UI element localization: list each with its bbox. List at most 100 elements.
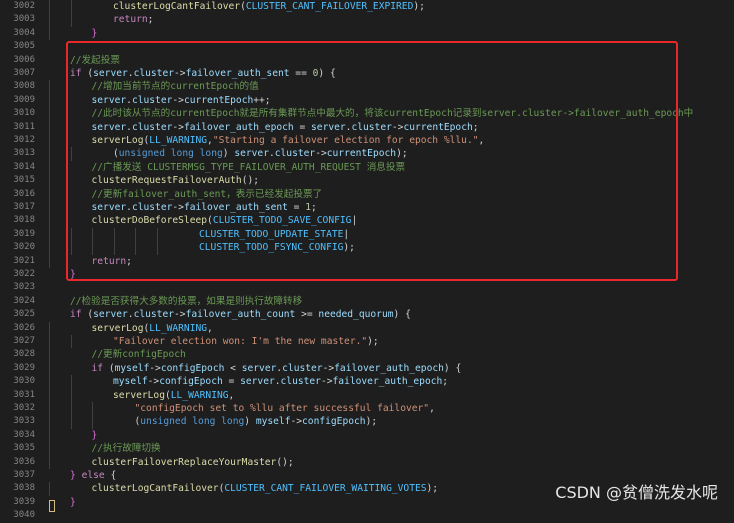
line-number: 3039 xyxy=(13,496,35,507)
code-line[interactable]: 3036 clusterFailoverReplaceYourMaster(); xyxy=(0,455,734,469)
indent-guide xyxy=(92,415,93,429)
line-number: 3020 xyxy=(13,242,35,253)
line-number: 3004 xyxy=(13,27,35,38)
line-number: 3023 xyxy=(13,282,35,293)
code-text: "Failover election won: I'm the new mast… xyxy=(113,335,379,348)
code-text: "configEpoch set to %llu after successfu… xyxy=(135,402,435,415)
code-line[interactable]: 3029 if (myself->configEpoch < server.clu… xyxy=(0,361,734,376)
code-line[interactable]: 3003 return; xyxy=(0,13,734,27)
code-text: if (myself->configEpoch < server.cluster… xyxy=(92,362,462,375)
code-token: (); xyxy=(276,456,294,468)
line-number: 3026 xyxy=(13,322,35,333)
code-token: , xyxy=(207,322,213,334)
code-token: -> xyxy=(322,362,335,374)
code-line[interactable]: 3032 "configEpoch set to %llu after succe… xyxy=(0,402,734,416)
code-token: LL_WARNING xyxy=(170,389,229,401)
code-token: -> xyxy=(320,376,333,388)
indent-guide xyxy=(92,402,93,416)
code-text: //检验是否获得大多数的投票，如果是则执行故障转移 xyxy=(70,295,302,308)
line-number: 3019 xyxy=(13,228,35,239)
indent-guide xyxy=(49,388,50,402)
code-line[interactable]: 3034} xyxy=(0,428,734,443)
code-text: } else { xyxy=(70,469,116,482)
line-number: 3009 xyxy=(13,94,35,105)
code-line[interactable]: 3025 if (server.cluster->failover_auth_co… xyxy=(0,308,734,321)
code-token: failover_auth_epoch xyxy=(334,362,444,374)
line-number: 3024 xyxy=(13,295,35,306)
indent-guide xyxy=(70,0,72,14)
line-number: 3006 xyxy=(13,54,35,65)
code-token: failover_auth_count xyxy=(185,309,296,321)
code-token: } xyxy=(91,429,98,441)
watermark: CSDN @贫僧洗发水呢 xyxy=(555,483,718,502)
text-cursor xyxy=(49,500,55,512)
code-line[interactable]: 3031 serverLog(LL_WARNING, xyxy=(0,388,734,402)
code-line[interactable]: 3040 xyxy=(0,509,734,522)
indent-guide xyxy=(49,348,50,362)
code-token: CLUSTER_CANT_FAILOVER_WAITING_VOTES xyxy=(224,483,427,495)
code-line[interactable]: 3002 clusterLogCantFailover(CLUSTER_CANT_… xyxy=(0,0,734,14)
code-token: ; xyxy=(442,376,449,388)
code-text: myself->configEpoch = server.cluster->fa… xyxy=(113,375,448,388)
indent-guide xyxy=(49,107,50,121)
code-token: server xyxy=(93,309,128,321)
code-text: if (server.cluster->failover_auth_count … xyxy=(70,308,411,321)
indent-guide xyxy=(49,134,50,148)
line-number: 3012 xyxy=(13,135,35,145)
indent-guide xyxy=(49,241,50,255)
line-number: 3040 xyxy=(13,510,35,521)
code-token: < xyxy=(224,362,242,374)
line-number: 3015 xyxy=(13,175,35,186)
code-token: ); xyxy=(367,336,379,347)
code-text: serverLog(LL_WARNING, xyxy=(92,322,213,335)
line-number: 3031 xyxy=(13,389,35,400)
indent-guide xyxy=(70,388,72,402)
code-token: LL_WARNING xyxy=(149,322,208,334)
indent-guide xyxy=(49,147,50,161)
code-text: clusterFailoverReplaceYourMaster(); xyxy=(92,456,294,469)
indent-guide xyxy=(70,415,72,429)
code-token: -> xyxy=(149,362,161,374)
line-number: 3034 xyxy=(13,429,35,440)
code-text: clusterLogCantFailover(CLUSTER_CANT_FAIL… xyxy=(113,0,425,13)
code-line[interactable]: 3026 serverLog(LL_WARNING, xyxy=(0,321,734,335)
code-line[interactable]: 3027 "Failover election won: I'm the new … xyxy=(0,335,734,349)
indent-guide xyxy=(49,13,50,27)
code-text: return; xyxy=(113,13,153,26)
code-line[interactable]: 3028 //更新configEpoch xyxy=(0,348,734,362)
indent-guide xyxy=(49,428,50,443)
code-text: clusterLogCantFailover(CLUSTER_CANT_FAIL… xyxy=(92,482,439,495)
indent-guide xyxy=(49,375,50,389)
code-token: ); xyxy=(365,416,378,428)
code-token: clusterLogCantFailover xyxy=(113,1,241,12)
indent-guide xyxy=(49,335,50,349)
indent-guide xyxy=(49,160,50,175)
code-line[interactable]: 3035 //执行故障切换 xyxy=(0,442,734,456)
line-number: 3029 xyxy=(13,362,35,373)
code-text: //执行故障切换 xyxy=(92,442,161,455)
line-number: 3016 xyxy=(13,188,35,199)
indent-guide xyxy=(49,482,50,496)
code-line[interactable]: 3033 (unsigned long long) myself->configE… xyxy=(0,415,734,429)
indent-guide xyxy=(49,415,50,429)
code-token: -> xyxy=(174,309,186,321)
code-token: ) { xyxy=(443,362,462,374)
code-token: ; xyxy=(147,14,154,26)
line-number: 3033 xyxy=(13,416,35,427)
code-token: myself xyxy=(113,376,148,388)
code-token: -> xyxy=(290,416,303,428)
indent-guide xyxy=(49,201,50,215)
code-line[interactable]: 3023 xyxy=(0,281,734,294)
code-line[interactable]: 3024 //检验是否获得大多数的投票，如果是则执行故障转移 xyxy=(0,295,734,308)
indent-guide xyxy=(49,187,50,201)
indent-guide xyxy=(70,402,72,416)
code-text: (unsigned long long) myself->configEpoch… xyxy=(135,415,378,428)
code-line[interactable]: 3030 myself->configEpoch = server.cluster… xyxy=(0,375,734,389)
indent-guide xyxy=(49,80,50,94)
indent-guide xyxy=(49,26,50,41)
code-line[interactable]: 3004} xyxy=(0,26,734,41)
code-token: configEpoch xyxy=(302,416,366,428)
code-token: ) xyxy=(244,416,256,428)
code-token: //执行故障切换 xyxy=(91,443,161,455)
code-token: needed_quorum xyxy=(318,309,394,321)
